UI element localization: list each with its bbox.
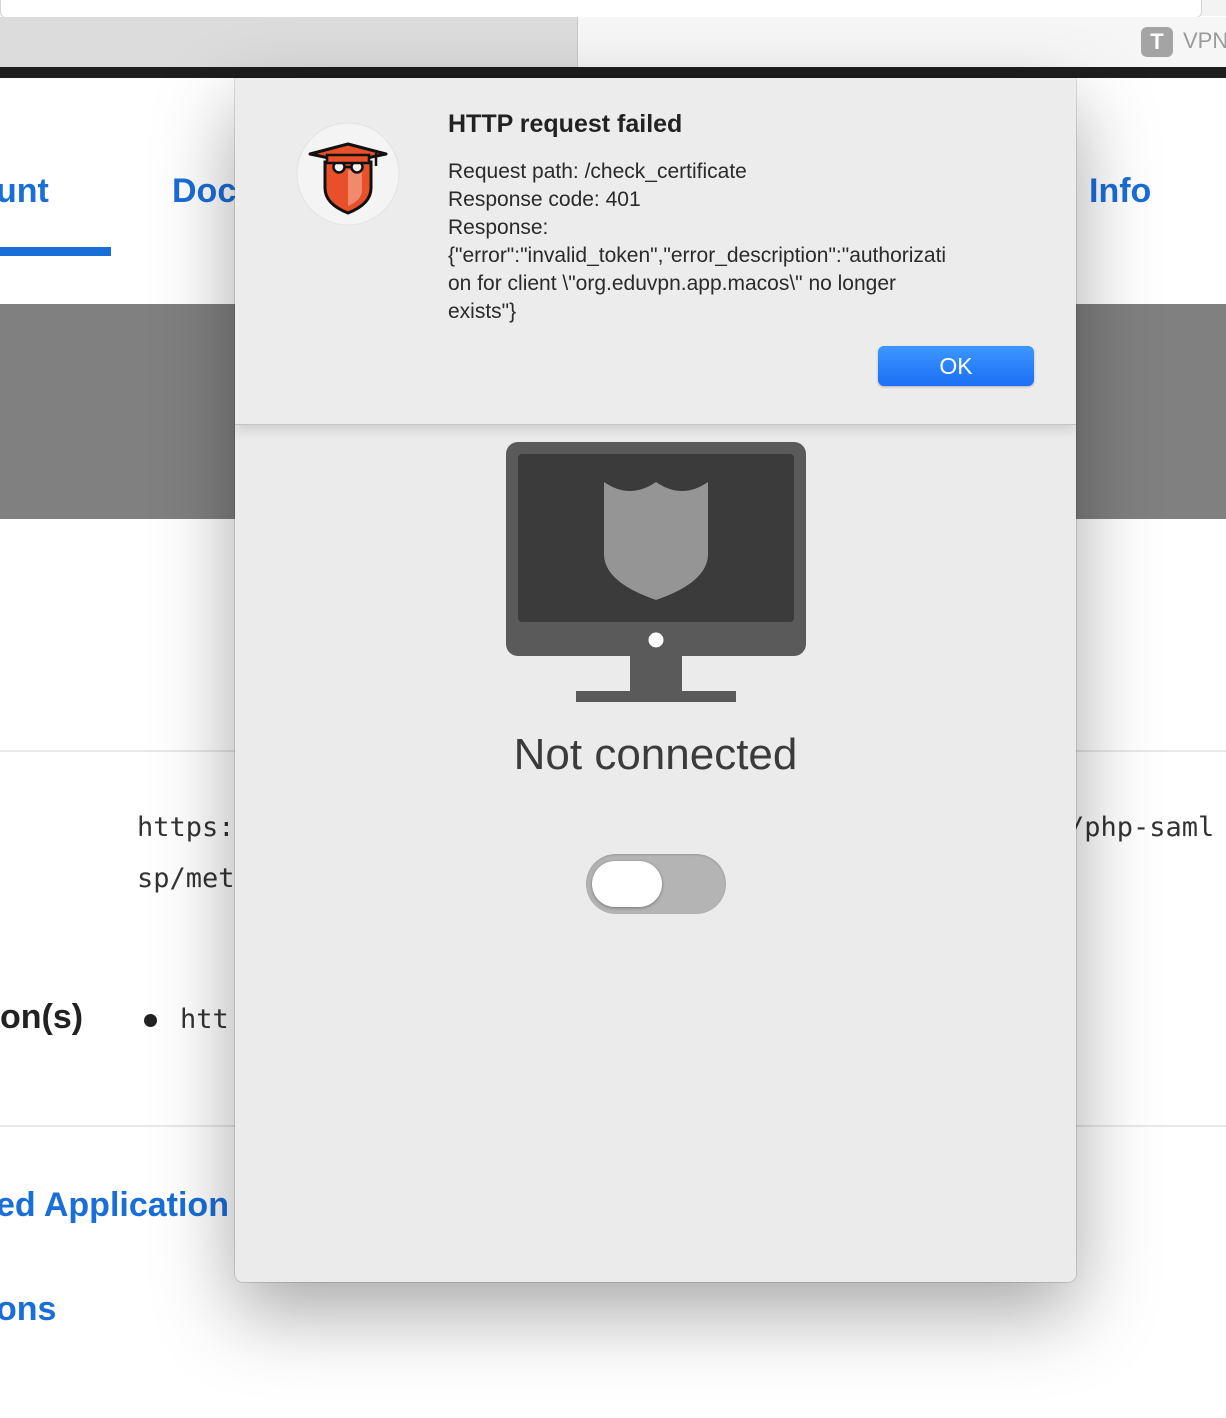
section-link-sessions[interactable]: ons (0, 1290, 56, 1329)
address-bar[interactable] (0, 0, 1202, 18)
app-window: Not connected HTTP request failed Reques… (235, 78, 1076, 1282)
list-item: htt (180, 1004, 229, 1035)
section-link-applications[interactable]: ed Application (0, 1186, 229, 1225)
alert-message-line: {"error":"invalid_token","error_descript… (448, 244, 947, 267)
connection-status: Not connected (513, 730, 798, 779)
connection-toggle[interactable] (586, 854, 726, 914)
toggle-knob[interactable] (592, 861, 662, 907)
tab-title: VPN (1183, 28, 1226, 53)
browser-toolbar (0, 0, 1226, 18)
ok-button[interactable]: OK (878, 346, 1034, 386)
alert-title: HTTP request failed (448, 110, 683, 138)
browser-tab-active[interactable] (0, 17, 578, 67)
alert-message-line: Request path: /check_certificate (448, 160, 747, 183)
list-bullet (144, 1014, 157, 1027)
alert-dialog: HTTP request failed Request path: /check… (235, 78, 1076, 425)
alert-message-line: on for client \"org.eduvpn.app.macos\" n… (448, 272, 897, 295)
tab-favicon-icon: T (1141, 27, 1173, 57)
metadata-url-cont: sp/met (137, 863, 235, 894)
alert-message-line: Response: (448, 216, 549, 239)
field-label: on(s) (0, 998, 84, 1036)
browser-tab-vpn[interactable] (578, 17, 1226, 67)
nav-active-underline (0, 247, 111, 256)
page-header-bar (0, 67, 1226, 78)
metadata-url-end: /php-saml (1068, 812, 1215, 843)
monitor-shield-icon (506, 442, 806, 702)
nav-link-account[interactable]: unt (0, 172, 49, 211)
nav-link-documentation[interactable]: Doc (172, 172, 236, 211)
metadata-url-start: https: (137, 812, 235, 843)
alert-message-line: exists"} (448, 300, 517, 323)
alert-message-line: Response code: 401 (448, 188, 641, 211)
nav-link-info[interactable]: Info (1089, 172, 1151, 211)
eduvpn-logo-icon (296, 122, 400, 226)
alert-message: Request path: /check_certificate Respons… (448, 158, 1028, 326)
